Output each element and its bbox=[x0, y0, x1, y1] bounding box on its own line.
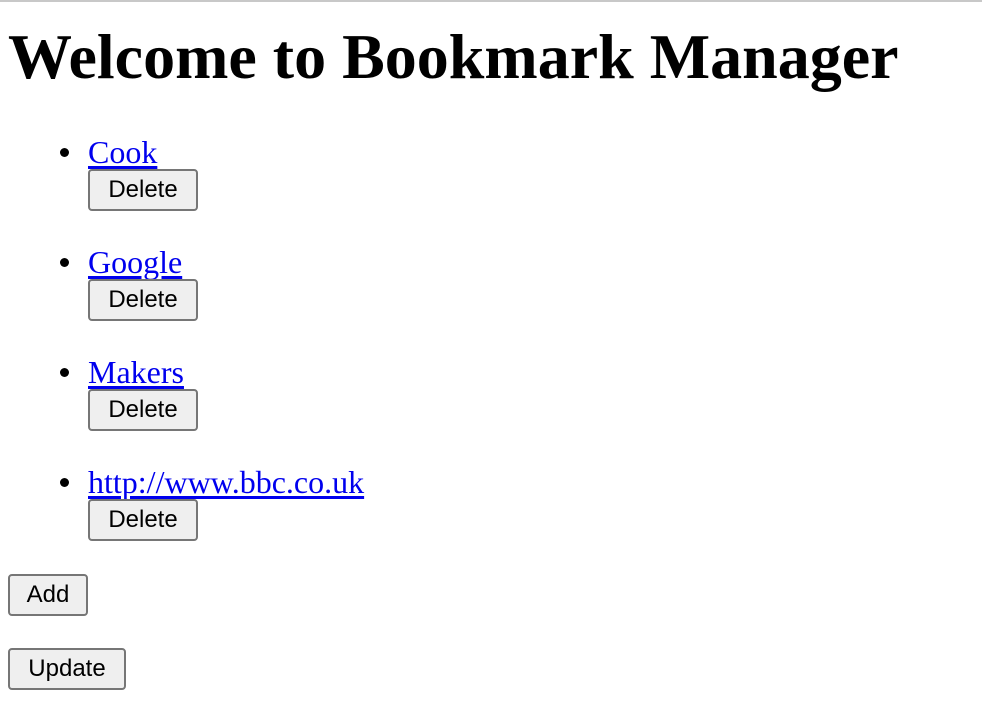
bullet-icon bbox=[60, 368, 69, 377]
bullet-icon bbox=[60, 148, 69, 157]
bookmark-item: Google Delete bbox=[60, 244, 760, 324]
bookmark-link[interactable]: Cook bbox=[88, 134, 157, 170]
bookmark-item: Cook Delete bbox=[60, 134, 760, 214]
delete-button[interactable]: Delete bbox=[88, 499, 198, 541]
bookmark-item: Makers Delete bbox=[60, 354, 760, 434]
delete-button[interactable]: Delete bbox=[88, 389, 198, 431]
bookmark-link[interactable]: http://www.bbc.co.uk bbox=[88, 464, 364, 500]
bullet-icon bbox=[60, 258, 69, 267]
page-title: Welcome to Bookmark Manager bbox=[8, 21, 899, 92]
delete-button[interactable]: Delete bbox=[88, 279, 198, 321]
bookmark-item: http://www.bbc.co.uk Delete bbox=[60, 464, 760, 544]
page: Welcome to Bookmark Manager Cook Delete … bbox=[0, 0, 982, 724]
update-button[interactable]: Update bbox=[8, 648, 126, 690]
bookmark-link[interactable]: Makers bbox=[88, 354, 184, 390]
add-button[interactable]: Add bbox=[8, 574, 88, 616]
bullet-icon bbox=[60, 478, 69, 487]
delete-button[interactable]: Delete bbox=[88, 169, 198, 211]
bookmark-link[interactable]: Google bbox=[88, 244, 182, 280]
